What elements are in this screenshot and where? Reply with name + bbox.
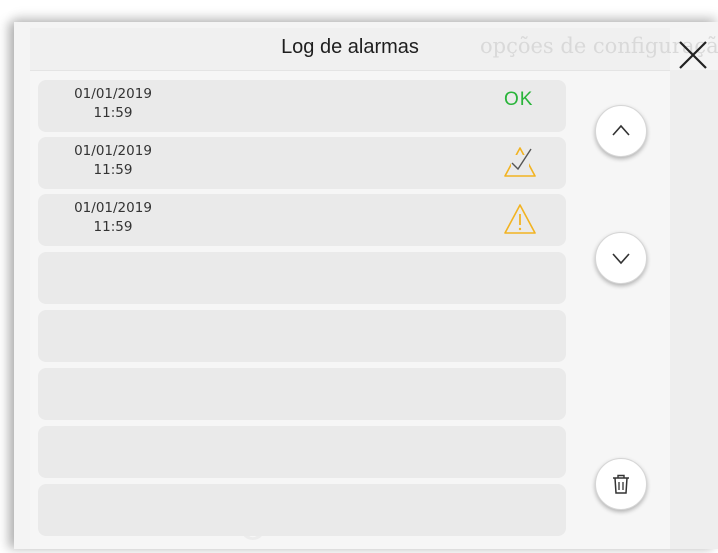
- dialog-title: Log de alarmas: [281, 36, 419, 58]
- scroll-up-button[interactable]: [595, 105, 647, 157]
- scroll-down-button[interactable]: [595, 232, 647, 284]
- warning-icon: [504, 204, 536, 234]
- alarm-entry[interactable]: 01/01/2019 11:59: [38, 137, 566, 189]
- empty-row: [38, 310, 566, 362]
- entry-date: 01/01/2019: [74, 86, 152, 102]
- warning-checked-icon: [504, 147, 536, 177]
- entry-time: 11:59: [93, 162, 133, 178]
- empty-row: [38, 368, 566, 420]
- empty-row: [38, 426, 566, 478]
- entry-time: 11:59: [93, 105, 133, 121]
- side-panel: [670, 70, 718, 549]
- close-icon[interactable]: [676, 38, 710, 72]
- alarm-entry[interactable]: 01/01/2019 11:59: [38, 194, 566, 246]
- delete-log-button[interactable]: [595, 458, 647, 510]
- dialog-header: opções de configuração Log de alarmas: [30, 28, 718, 71]
- status-ok-label: OK: [504, 89, 534, 110]
- trash-icon: [613, 474, 629, 494]
- chevron-down-icon: [612, 253, 630, 265]
- empty-row: [38, 252, 566, 304]
- entry-date: 01/01/2019: [74, 143, 152, 159]
- entry-date: 01/01/2019: [74, 200, 152, 216]
- empty-row: [38, 484, 566, 536]
- entry-time: 11:59: [93, 219, 133, 235]
- chevron-up-icon: [612, 124, 630, 136]
- alarm-entry[interactable]: 01/01/2019 11:59 OK: [38, 80, 566, 132]
